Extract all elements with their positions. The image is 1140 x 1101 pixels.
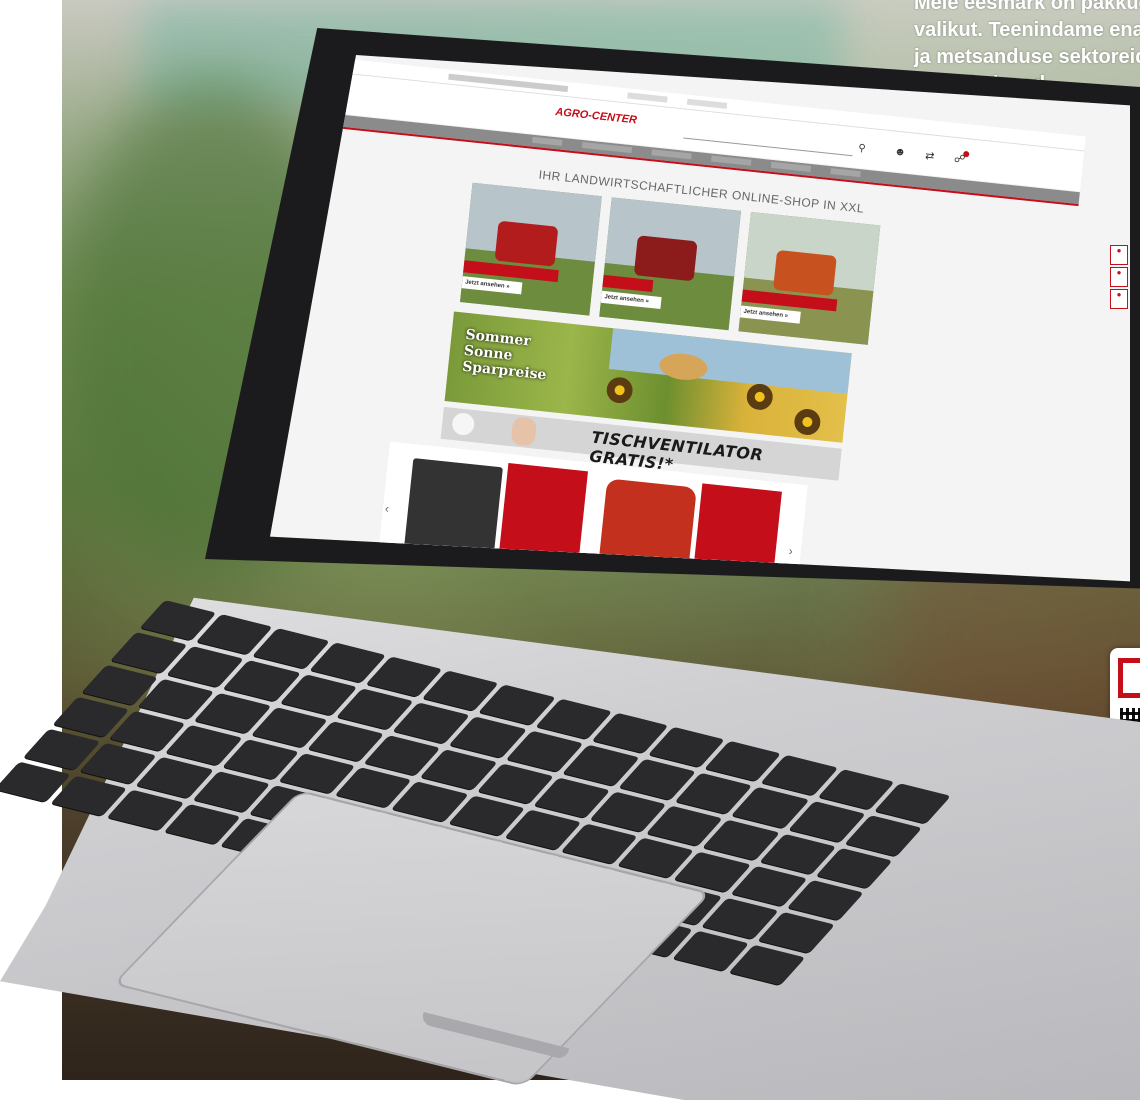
laptop-screen: AGRO-CENTER ⚲ ☻ ⇄ ☍ IHR LANDWIRTSCHAFTLI… [270, 55, 1130, 582]
tractor-photo [494, 220, 559, 267]
nav-item[interactable] [581, 141, 633, 154]
topbar-link[interactable] [627, 92, 668, 103]
mower-photo [633, 235, 698, 282]
nav-item[interactable] [770, 161, 812, 172]
search-icon[interactable]: ⚲ [858, 143, 866, 155]
loader-photo [773, 249, 837, 296]
side-tab[interactable]: ● [1110, 267, 1128, 287]
site-logo[interactable]: AGRO-CENTER [555, 106, 638, 126]
compare-icon[interactable]: ⇄ [922, 149, 938, 166]
side-tab[interactable]: ● [1110, 289, 1128, 309]
sunflower [745, 382, 775, 412]
banner-promo-text: Sommer Sonne Sparpreise [461, 327, 550, 384]
qr-finder-top [1118, 658, 1140, 698]
side-tab[interactable]: ● [1110, 245, 1128, 265]
caption-line: Meie eesmärk on pakkud [914, 0, 1140, 14]
nav-item[interactable] [830, 168, 861, 178]
caption-line: ja metsanduse sektoreid [914, 46, 1140, 68]
woman-photo [510, 416, 538, 447]
website: AGRO-CENTER ⚲ ☻ ⇄ ☍ IHR LANDWIRTSCHAFTLI… [270, 55, 1106, 582]
chevron-left-icon[interactable]: ‹ [384, 501, 389, 515]
fan-photo [451, 411, 476, 437]
nav-item[interactable] [711, 155, 752, 166]
chevron-right-icon[interactable]: › [788, 544, 793, 558]
sunflower [605, 375, 634, 405]
nav-item[interactable] [532, 136, 563, 146]
user-icon[interactable]: ☻ [892, 146, 908, 163]
category-tile[interactable]: Jetzt ansehen » [459, 182, 602, 316]
category-tile[interactable]: Jetzt ansehen » [599, 197, 742, 331]
search-input[interactable] [683, 125, 854, 157]
nav-item[interactable] [651, 149, 692, 160]
caption-line: valikut. Teenindame ena [914, 19, 1140, 41]
cart-badge [962, 150, 970, 158]
sunflower [793, 407, 822, 437]
category-tile[interactable]: Jetzt ansehen » [738, 211, 881, 345]
topbar-link[interactable] [686, 98, 728, 109]
side-tabs: ● ● ● [1110, 245, 1128, 311]
